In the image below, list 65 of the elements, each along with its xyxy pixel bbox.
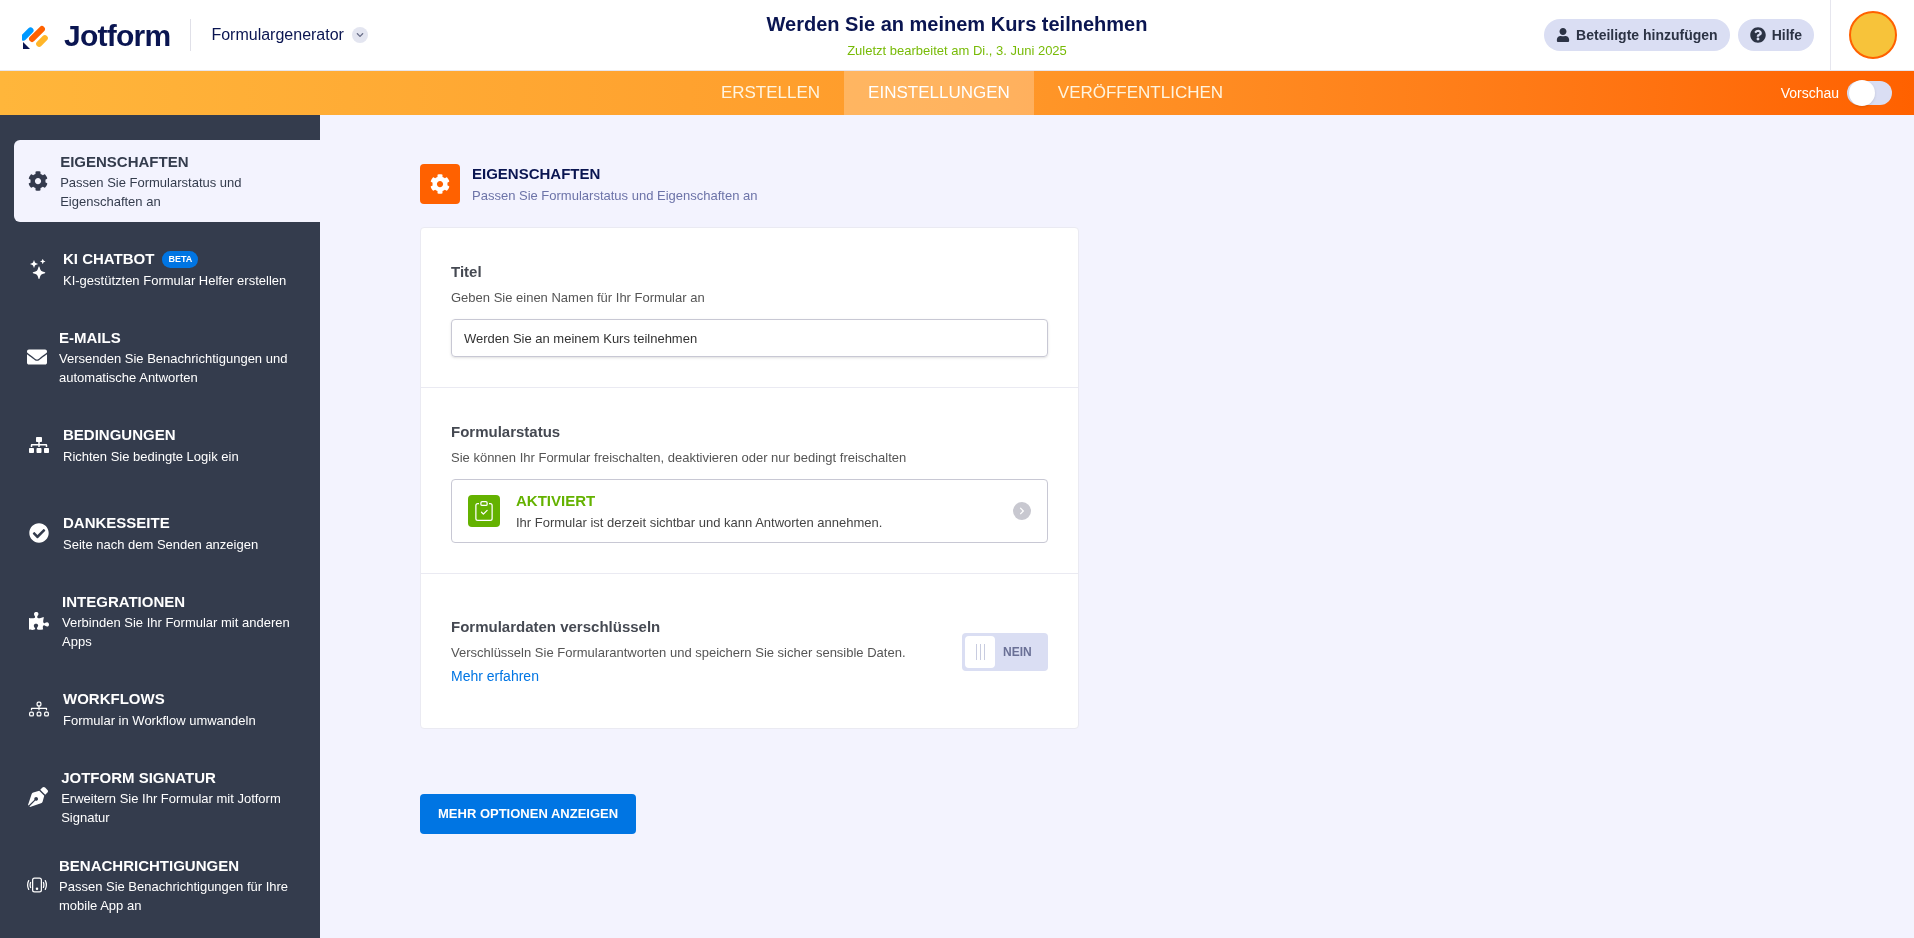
app-menu-button[interactable]: Formulargenerator xyxy=(211,23,368,47)
status-description: Ihr Formular ist derzeit sichtbar und kann Antworten annehmen. xyxy=(516,513,884,532)
sidebar-item-description: Versenden Sie Benachrichtigungen und automatische Antworten xyxy=(59,350,289,388)
preview-label: Vorschau xyxy=(1780,83,1839,103)
sidebar-item-description: KI-gestützten Formular Helfer erstellen xyxy=(63,271,287,290)
setting-hint: Geben Sie einen Namen für Ihr Formular an xyxy=(451,288,706,307)
gear-icon xyxy=(27,171,48,191)
sidebar-item-title: DANKESSEITE xyxy=(63,513,170,534)
setting-hint: Sie können Ihr Formular freischalten, deaktivieren oder nur bedingt freischalten xyxy=(451,448,908,467)
sidebar-item-description: Erweitern Sie Ihr Formular mit Jotform Signatur xyxy=(61,790,282,828)
preview-toggle[interactable] xyxy=(1847,81,1892,105)
puzzle-icon xyxy=(28,611,49,631)
sidebar-item[interactable]: EIGENSCHAFTEN Passen Sie Formularstatus und Eigenschaften an xyxy=(14,140,320,222)
setting-label: Formularstatus xyxy=(451,422,562,442)
sidebar-item-title: INTEGRATIONEN xyxy=(62,591,186,612)
setting-hint: Verschlüsseln Sie Formularantworten und speichern Sie sicher sensible Daten. xyxy=(451,643,907,662)
add-collaborator-button[interactable]: Beteiligte hinzufügen xyxy=(1544,19,1730,51)
clipboard-check-icon xyxy=(468,495,500,527)
status-selector[interactable]: AKTIVIERT Ihr Formular ist derzeit sichtbar und kann Antworten annehmen. xyxy=(451,479,1048,543)
help-button[interactable]: Hilfe xyxy=(1737,19,1814,51)
phone-icon xyxy=(27,875,47,895)
sidebar-item[interactable]: WORKFLOWS Formular in Workflow umwandeln xyxy=(14,668,320,750)
chevron-down-icon xyxy=(351,27,368,43)
sidebar-item-description: Passen Sie Benachrichtigungen für Ihre mobile App an xyxy=(59,878,290,916)
section-title: EIGENSCHAFTEN xyxy=(472,164,602,184)
sidebar-item-title: BEDINGUNGEN xyxy=(63,425,176,446)
sidebar-item-title: EIGENSCHAFTEN xyxy=(60,151,189,172)
setting-label: Formulardaten verschlüsseln xyxy=(451,617,662,637)
title-input[interactable]: Werden Sie an meinem Kurs teilnehmen xyxy=(451,319,1048,357)
more-options-button[interactable]: MEHR OPTIONEN ANZEIGEN xyxy=(420,793,637,834)
sidebar-item[interactable]: BENACHRICHTIGUNGEN Passen Sie Benachrichtigungen für Ihre mobile App an xyxy=(14,844,320,926)
sidebar-item-title: KI CHATBOT xyxy=(63,249,155,270)
last-edited-text: Zuletzt bearbeitet am Di., 3. Juni 2025 xyxy=(847,42,1067,61)
sidebar-item[interactable]: E-MAILS Versenden Sie Benachrichtigungen und automatische Antworten xyxy=(14,316,320,398)
sidebar-item[interactable]: BEDINGUNGEN Richten Sie bedingte Logik ein xyxy=(14,404,320,486)
form-title: Werden Sie an meinem Kurs teilnehmen xyxy=(766,12,1148,38)
sidebar-item-description: Verbinden Sie Ihr Formular mit anderen Apps xyxy=(62,614,291,652)
sidebar-item[interactable]: DANKESSEITE Seite nach dem Senden anzeigen xyxy=(14,492,320,574)
sidebar-item[interactable]: KI CHATBOT BETA KI-gestützten Formular Helfer erstellen xyxy=(14,228,320,310)
sidebar-item[interactable]: JOTFORM SIGNATUR Erweitern Sie Ihr Formular mit Jotform Signatur xyxy=(14,756,320,838)
sidebar-item-description: Richten Sie bedingte Logik ein xyxy=(63,447,239,466)
sidebar-item-description: Formular in Workflow umwandeln xyxy=(63,711,256,730)
beta-badge: BETA xyxy=(162,250,199,269)
setting-label: Titel xyxy=(451,262,483,282)
sidebar-item-description: Seite nach dem Senden anzeigen xyxy=(63,535,259,554)
sidebar-item-title: JOTFORM SIGNATUR xyxy=(61,767,216,788)
sidebar-item-description: Passen Sie Formularstatus und Eigenschaften an xyxy=(60,174,243,212)
section-subtitle: Passen Sie Formularstatus und Eigenschaften an xyxy=(472,186,758,205)
sidebar-item[interactable]: INTEGRATIONEN Verbinden Sie Ihr Formular mit anderen Apps xyxy=(14,580,320,662)
pen-nib-icon xyxy=(28,787,49,807)
hierarchy-icon xyxy=(29,435,49,455)
logo-text: Jotform xyxy=(64,17,171,54)
workflow-icon xyxy=(29,699,49,719)
sidebar-item-title: E-MAILS xyxy=(59,327,121,348)
sidebar-item-title: BENACHRICHTIGUNGEN xyxy=(59,855,239,876)
encryption-toggle[interactable]: NEIN xyxy=(962,632,1048,671)
help-icon xyxy=(1749,27,1766,43)
status-name: AKTIVIERT xyxy=(516,491,597,511)
learn-more-link[interactable]: Mehr erfahren xyxy=(451,667,539,684)
avatar[interactable] xyxy=(1848,11,1897,59)
sidebar-item-title: WORKFLOWS xyxy=(63,689,165,710)
person-icon xyxy=(1556,28,1571,42)
envelope-icon xyxy=(27,347,47,367)
chevron-right-icon xyxy=(1013,502,1031,520)
section-icon xyxy=(420,164,460,204)
